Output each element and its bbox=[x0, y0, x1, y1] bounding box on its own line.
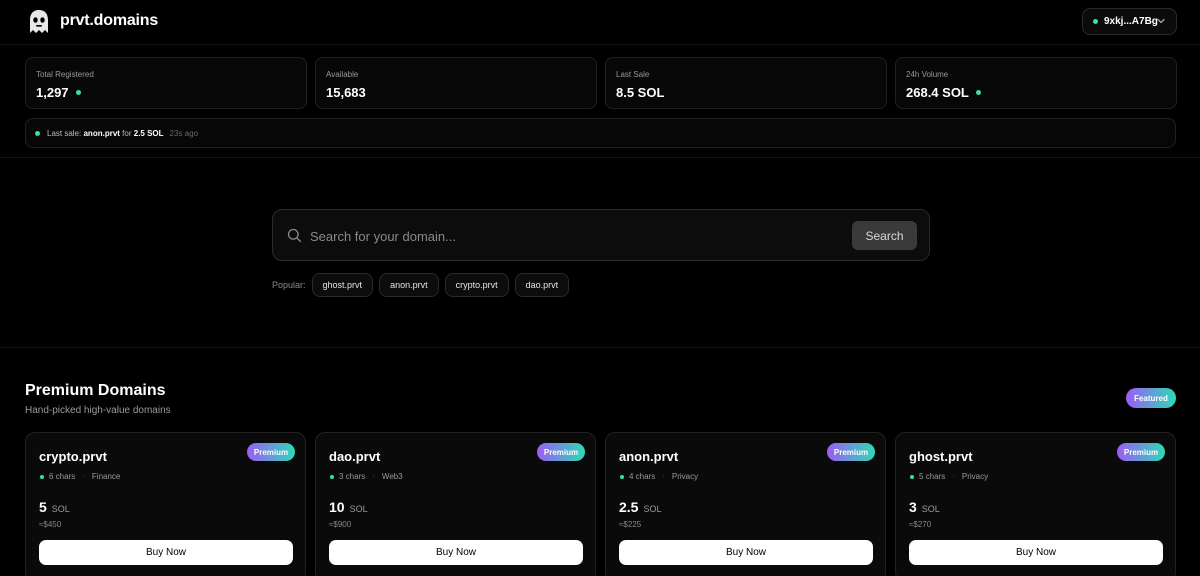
domain-meta: 4 chars · Privacy bbox=[620, 472, 698, 481]
chevron-down-icon bbox=[1157, 18, 1165, 24]
search-icon bbox=[287, 228, 302, 243]
domain-card: dao.prvt Premium 3 chars · Web3 10 SOL ≈… bbox=[315, 432, 596, 576]
top-header: prvt.domains 9xkj...A7Bg bbox=[0, 0, 1200, 45]
premium-badge: Premium bbox=[1117, 443, 1165, 461]
stat-label: Total Registered bbox=[36, 70, 94, 79]
ticker-time-ago: 23s ago bbox=[169, 128, 199, 138]
domain-name[interactable]: anon.prvt bbox=[619, 449, 678, 464]
premium-badge: Premium bbox=[247, 443, 295, 461]
stat-value-wrap: 8.5 SOL bbox=[616, 85, 664, 100]
domain-card: anon.prvt Premium 4 chars · Privacy 2.5 … bbox=[605, 432, 886, 576]
domain-chars: 4 chars bbox=[629, 472, 656, 481]
stat-value: 8.5 SOL bbox=[616, 85, 665, 100]
wallet-status-dot bbox=[1093, 19, 1098, 24]
section-divider bbox=[0, 157, 1200, 158]
meta-separator: · bbox=[372, 472, 375, 481]
live-indicator-dot bbox=[975, 90, 981, 95]
domain-chars: 5 chars bbox=[919, 472, 946, 481]
domain-price: 2.5 SOL bbox=[619, 499, 661, 515]
meta-separator: · bbox=[662, 472, 665, 481]
stat-value-wrap: 268.4 SOL bbox=[906, 85, 981, 100]
domain-name[interactable]: ghost.prvt bbox=[909, 449, 973, 464]
status-dot bbox=[910, 474, 914, 479]
section-subtitle: Hand-picked high-value domains bbox=[25, 405, 171, 416]
stat-value: 1,297 bbox=[36, 85, 69, 100]
wallet-button[interactable]: 9xkj...A7Bg bbox=[1082, 8, 1177, 35]
domain-meta: 3 chars · Web3 bbox=[330, 472, 403, 481]
domain-card: crypto.prvt Premium 6 chars · Finance 5 … bbox=[25, 432, 306, 576]
price-currency: SOL bbox=[643, 504, 662, 514]
status-dot bbox=[620, 474, 624, 479]
meta-separator: · bbox=[82, 472, 85, 481]
popular-label: Popular: bbox=[272, 280, 306, 290]
price-amount: 10 bbox=[329, 499, 345, 515]
stat-label: 24h Volume bbox=[906, 70, 949, 79]
stat-value-wrap: 1,297 bbox=[36, 85, 81, 100]
section-title: Premium Domains bbox=[25, 382, 166, 399]
popular-chip[interactable]: crypto.prvt bbox=[444, 273, 509, 297]
domain-card: ghost.prvt Premium 5 chars · Privacy 3 S… bbox=[895, 432, 1176, 576]
price-amount: 5 bbox=[39, 499, 47, 515]
meta-separator: · bbox=[952, 472, 955, 481]
last-sale-ticker: Last sale: anon.prvt for 2.5 SOL 23s ago bbox=[25, 118, 1176, 148]
price-amount: 2.5 bbox=[619, 499, 639, 515]
stat-label: Available bbox=[326, 70, 359, 79]
domain-chars: 6 chars bbox=[49, 472, 76, 481]
buy-now-button[interactable]: Buy Now bbox=[909, 540, 1163, 565]
domain-category: Web3 bbox=[381, 472, 403, 481]
price-currency: SOL bbox=[51, 504, 70, 514]
price-usd: ≈$270 bbox=[909, 520, 932, 529]
buy-now-button[interactable]: Buy Now bbox=[329, 540, 583, 565]
domain-category: Privacy bbox=[961, 472, 989, 481]
domain-category: Privacy bbox=[671, 472, 699, 481]
stat-value-wrap: 15,683 bbox=[326, 85, 366, 100]
price-currency: SOL bbox=[349, 504, 368, 514]
domain-meta: 5 chars · Privacy bbox=[910, 472, 988, 481]
price-usd: ≈$225 bbox=[619, 520, 642, 529]
live-indicator-dot bbox=[35, 130, 40, 136]
stat-value: 268.4 SOL bbox=[906, 85, 969, 100]
domain-search-bar: Search bbox=[272, 209, 930, 261]
ticker-prefix: Last sale: bbox=[47, 128, 82, 138]
stat-24h-volume: 24h Volume 268.4 SOL bbox=[895, 57, 1177, 109]
status-dot bbox=[330, 474, 334, 479]
ghost-logo-icon[interactable] bbox=[28, 9, 50, 35]
domain-meta: 6 chars · Finance bbox=[40, 472, 120, 481]
stat-label: Last Sale bbox=[616, 70, 650, 79]
popular-chip[interactable]: dao.prvt bbox=[514, 273, 570, 297]
domain-name[interactable]: crypto.prvt bbox=[39, 449, 107, 464]
ticker-mid: for bbox=[122, 128, 132, 138]
section-divider bbox=[0, 347, 1200, 348]
buy-now-button[interactable]: Buy Now bbox=[619, 540, 873, 565]
domain-chars: 3 chars bbox=[339, 472, 366, 481]
domain-name[interactable]: dao.prvt bbox=[329, 449, 380, 464]
status-dot bbox=[40, 474, 44, 479]
domain-category: Finance bbox=[91, 472, 121, 481]
price-amount: 3 bbox=[909, 499, 917, 515]
ticker-domain[interactable]: anon.prvt bbox=[83, 129, 119, 138]
ticker-amount: 2.5 SOL bbox=[133, 128, 164, 138]
price-usd: ≈$900 bbox=[329, 520, 352, 529]
wallet-address: 9xkj...A7Bg bbox=[1104, 16, 1158, 27]
stat-total-registered: Total Registered 1,297 bbox=[25, 57, 307, 109]
popular-chip[interactable]: anon.prvt bbox=[379, 273, 439, 297]
stat-value: 15,683 bbox=[326, 85, 366, 100]
stat-available: Available 15,683 bbox=[315, 57, 597, 109]
domain-price: 3 SOL bbox=[909, 499, 940, 515]
domain-price: 10 SOL bbox=[329, 499, 368, 515]
brand-name[interactable]: prvt.domains bbox=[60, 12, 158, 30]
search-button[interactable]: Search bbox=[852, 221, 917, 250]
search-input[interactable] bbox=[310, 223, 830, 249]
domain-price: 5 SOL bbox=[39, 499, 70, 515]
premium-badge: Premium bbox=[537, 443, 585, 461]
buy-now-button[interactable]: Buy Now bbox=[39, 540, 293, 565]
featured-badge: Featured bbox=[1126, 388, 1176, 408]
price-currency: SOL bbox=[921, 504, 940, 514]
live-indicator-dot bbox=[75, 90, 81, 95]
popular-searches: Popular: ghost.prvt anon.prvt crypto.prv… bbox=[272, 273, 575, 297]
premium-badge: Premium bbox=[827, 443, 875, 461]
price-usd: ≈$450 bbox=[39, 520, 62, 529]
stat-last-sale: Last Sale 8.5 SOL bbox=[605, 57, 887, 109]
popular-chip[interactable]: ghost.prvt bbox=[311, 273, 374, 297]
